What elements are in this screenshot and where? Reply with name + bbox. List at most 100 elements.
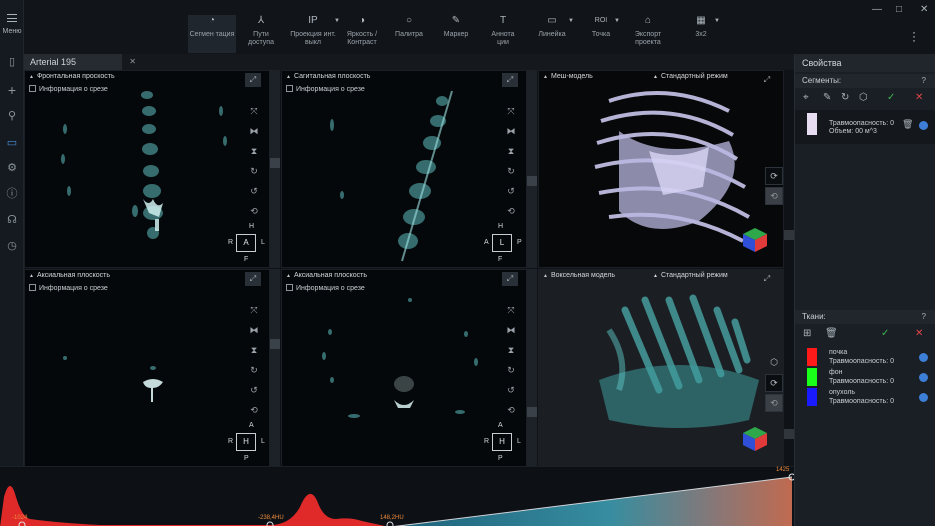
slice-info-checkbox[interactable] <box>29 85 36 92</box>
flip-horizontal-icon[interactable]: ⧓ <box>244 320 264 340</box>
tool-export-project[interactable]: ⌂ Экспорт проекта <box>628 15 668 53</box>
cancel-icon[interactable]: ✕ <box>915 92 923 103</box>
add-tissue-icon[interactable]: ⊞ <box>803 328 811 339</box>
monitor-icon[interactable]: ▭ <box>6 137 18 149</box>
maximize-button[interactable]: □ <box>896 4 902 15</box>
expand-viewport-icon[interactable]: ⤢ <box>245 73 261 87</box>
rotate-cw-icon[interactable]: ↻ <box>244 360 264 380</box>
collapse-triangle-icon[interactable]: ▲ <box>286 273 291 279</box>
add-icon[interactable]: + <box>6 83 18 97</box>
render-mode-select[interactable]: ▲ Стандартный режим <box>653 73 728 80</box>
tissues-help-button[interactable]: ? <box>922 312 926 321</box>
scroll-thumb[interactable] <box>270 158 280 168</box>
expand-viewport-icon[interactable]: ⤢ <box>759 272 775 286</box>
orientation-center[interactable]: H <box>492 433 512 451</box>
reset-view-icon[interactable]: ⟲ <box>765 394 783 412</box>
tool-intensity-projection[interactable]: IP Проекция инт. выкл ▼ <box>290 15 340 53</box>
support-icon[interactable]: ☊ <box>6 214 18 226</box>
close-tab-icon[interactable]: ✕ <box>129 57 136 66</box>
viewport-voxel[interactable]: ▲ Воксельная модель ▲ Стандартный режим ⤢ … <box>538 269 784 467</box>
rotate-model-icon[interactable]: ⟳ <box>765 374 783 392</box>
tool-palette[interactable]: ○ Палитра <box>388 15 430 53</box>
dropdown-caret-icon[interactable]: ▼ <box>714 17 720 25</box>
rotate-cw-icon[interactable]: ↻ <box>501 161 521 181</box>
minimize-button[interactable]: — <box>872 4 882 15</box>
flip-vertical-icon[interactable]: ⧗ <box>501 141 521 161</box>
viewport-frontal[interactable]: ▲ Фронтальная проскость Информация о срез… <box>24 70 270 268</box>
expand-viewport-icon[interactable]: ⤢ <box>245 272 261 286</box>
cube-icon[interactable]: ⬡ <box>859 92 868 103</box>
cube-view-icon[interactable]: ⬡ <box>765 354 783 372</box>
orientation-center[interactable]: L <box>492 234 512 252</box>
dropdown-caret-icon[interactable]: ▼ <box>334 17 340 25</box>
collapse-triangle-icon[interactable]: ▲ <box>29 273 34 279</box>
delete-tissue-icon[interactable]: 🗑 <box>825 328 838 339</box>
viewport-sagittal[interactable]: ▲ Сагитальная плоскость Информация о срез… <box>281 70 527 268</box>
dropdown-caret-icon[interactable]: ▼ <box>614 17 620 25</box>
pencil-icon[interactable]: ✎ <box>823 92 831 103</box>
sagittal-slice-scrollbar[interactable] <box>527 70 537 268</box>
collapse-triangle-icon[interactable]: ▲ <box>286 74 291 80</box>
segments-help-button[interactable]: ? <box>922 76 926 85</box>
scroll-thumb[interactable] <box>527 407 537 417</box>
rotate-ccw-icon[interactable]: ↺ <box>244 380 264 400</box>
slice-info-checkbox[interactable] <box>29 284 36 291</box>
rotate-cw-icon[interactable]: ↻ <box>244 161 264 181</box>
segment-item[interactable]: Травмоопасность: 0 Объем: 00 м^3 🗑 <box>795 110 935 144</box>
tool-point[interactable]: ROI Точка ▼ <box>586 15 620 53</box>
tissue-color-swatch[interactable] <box>807 388 817 406</box>
viewport-mesh[interactable]: ▲ Меш-модель ▲ Стандартный режим ⤢ ⟳ ⟲ <box>538 70 784 268</box>
crosshair-icon[interactable]: ⌖ <box>803 92 809 103</box>
gear-icon[interactable]: ⚙ <box>6 162 18 174</box>
rotate-ccw-icon[interactable]: ↺ <box>501 181 521 201</box>
tool-annotations[interactable]: T Аннота ции <box>486 15 520 53</box>
segment-visibility-dot[interactable] <box>919 121 928 130</box>
fit-icon[interactable]: ⤧ <box>501 300 521 320</box>
tool-brightness-contrast[interactable]: ◑ Яркость / Контраст <box>342 15 382 53</box>
orientation-cube-icon[interactable] <box>742 426 768 452</box>
frontal-slice-scrollbar[interactable] <box>270 70 280 268</box>
rotate-ccw-icon[interactable]: ↺ <box>244 181 264 201</box>
slice-info-checkbox[interactable] <box>286 85 293 92</box>
slice-info-toggle[interactable]: Информация о срезе <box>286 85 365 93</box>
scroll-thumb[interactable] <box>270 339 280 349</box>
tissue-color-swatch[interactable] <box>807 368 817 386</box>
orientation-center[interactable]: H <box>236 433 256 451</box>
transfer-function-editor[interactable]: -1024 -238,4HU 148,2HU 1425 <box>0 466 794 526</box>
axial2-slice-scrollbar[interactable] <box>527 269 537 467</box>
collapse-triangle-icon[interactable]: ▲ <box>29 74 34 80</box>
rotate-ccw-icon[interactable]: ↺ <box>501 380 521 400</box>
tissue-color-swatch[interactable] <box>807 348 817 366</box>
dropdown-caret-icon[interactable]: ▼ <box>568 17 574 25</box>
orientation-cube-icon[interactable] <box>742 227 768 253</box>
rotate-model-icon[interactable]: ⟳ <box>765 167 783 185</box>
tissue-visibility-dot[interactable] <box>919 373 928 382</box>
flip-vertical-icon[interactable]: ⧗ <box>244 340 264 360</box>
scroll-thumb[interactable] <box>527 176 537 186</box>
rotate-cw-icon[interactable]: ↻ <box>501 360 521 380</box>
confirm-icon[interactable]: ✓ <box>881 328 889 339</box>
reset-view-icon[interactable]: ⟲ <box>765 187 783 205</box>
slice-info-toggle[interactable]: Информация о срезе <box>29 284 108 292</box>
tool-access-paths[interactable]: ⅄ Пути доступа <box>242 15 280 53</box>
flip-horizontal-icon[interactable]: ⧓ <box>244 121 264 141</box>
fit-icon[interactable]: ⤧ <box>244 300 264 320</box>
tool-marker[interactable]: ✎ Маркер <box>438 15 474 53</box>
close-button[interactable]: ✕ <box>920 4 928 15</box>
delete-segment-icon[interactable]: 🗑 <box>902 119 913 130</box>
flip-vertical-icon[interactable]: ⧗ <box>244 141 264 161</box>
tool-layout[interactable]: ▦ 3x2 ▼ <box>686 15 720 53</box>
slice-info-toggle[interactable]: Информация о срезе <box>29 85 108 93</box>
collapse-triangle-icon[interactable]: ▲ <box>543 74 548 80</box>
scroll-thumb[interactable] <box>784 429 794 439</box>
segment-color-swatch[interactable] <box>807 113 817 135</box>
tissue-visibility-dot[interactable] <box>919 353 928 362</box>
document-icon[interactable]: ▯ <box>6 56 18 68</box>
collapse-triangle-icon[interactable]: ▲ <box>543 273 548 279</box>
expand-viewport-icon[interactable]: ⤢ <box>502 73 518 87</box>
slice-info-toggle[interactable]: Информация о срезе <box>286 284 365 292</box>
tool-segmentation[interactable]: ◔ Сегмен тация <box>188 15 236 53</box>
flip-horizontal-icon[interactable]: ⧓ <box>501 121 521 141</box>
scroll-thumb[interactable] <box>784 230 794 240</box>
viewport-axial-2[interactable]: ▲ Аксиальная плоскость Информация о срезе… <box>281 269 527 467</box>
